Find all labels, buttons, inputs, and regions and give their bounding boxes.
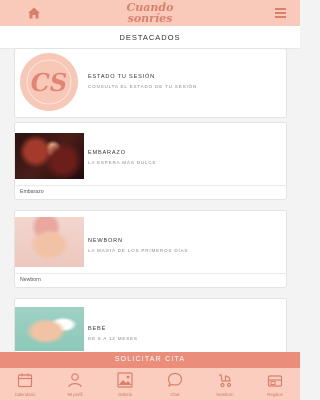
badge-letters: CS — [31, 68, 67, 97]
logo-line-2: sonríes — [127, 12, 173, 25]
stroller-icon — [219, 374, 232, 388]
section-header: DESTACADOS — [0, 26, 300, 49]
home-icon[interactable] — [27, 6, 41, 20]
card-newborn[interactable]: NEWBORN LA MAGIA DE LOS PRIMEROS DÍAS Ne… — [14, 210, 287, 288]
user-icon — [68, 373, 82, 388]
card-footer: Newborn — [15, 273, 286, 287]
tab-newborn[interactable]: Newborn — [200, 368, 250, 400]
card-title: BEBÉ — [88, 326, 107, 332]
tab-label: Chat — [170, 392, 180, 397]
card-subtitle: CONSULTA EL ESTADO DE TU SESIÓN — [88, 84, 198, 89]
tab-label: Newborn — [216, 392, 234, 397]
bebe-photo — [15, 307, 84, 351]
tab-label: Regalos — [267, 392, 283, 397]
card-title: ESTADO TU SESIÓN — [88, 74, 155, 80]
tab-label: Galería — [117, 392, 133, 397]
tab-calendario[interactable]: Calendario — [0, 368, 50, 400]
card-title: EMBARAZO — [88, 150, 126, 156]
bottom-tab-bar: Calendario Mi perfil Galería Chat Newbor… — [0, 368, 300, 400]
newborn-photo — [15, 217, 84, 267]
tab-galeria[interactable]: Galería — [100, 368, 150, 400]
card-session-status[interactable]: CS ESTADO TU SESIÓN CONSULTA EL ESTADO D… — [14, 48, 287, 118]
card-footer: Embarazo — [15, 185, 286, 199]
card-subtitle: LA ESPERA MÁS DULCE — [88, 160, 157, 165]
tab-chat[interactable]: Chat — [150, 368, 200, 400]
calendar-icon — [17, 373, 33, 388]
card-footer-label: Newborn — [20, 277, 41, 283]
image-icon — [117, 372, 133, 388]
chat-bubble-icon — [167, 372, 183, 388]
tab-mi-perfil[interactable]: Mi perfil — [50, 368, 100, 400]
card-subtitle: LA MAGIA DE LOS PRIMEROS DÍAS — [88, 248, 189, 253]
brand-logo[interactable]: Cuando sonríes — [110, 0, 190, 26]
hamburger-menu-icon[interactable] — [275, 8, 286, 18]
card-footer-label: Embarazo — [20, 189, 44, 195]
session-badge-logo: CS — [19, 52, 79, 112]
top-bar: Cuando sonríes — [0, 0, 300, 26]
card-embarazo[interactable]: EMBARAZO LA ESPERA MÁS DULCE Embarazo — [14, 122, 287, 200]
request-appointment-button[interactable]: SOLICITAR CITA — [0, 352, 300, 368]
card-subtitle: DE 6 A 12 MESES — [88, 336, 138, 341]
tab-label: Calendario — [14, 392, 36, 397]
embarazo-photo — [15, 133, 84, 179]
gift-icon — [267, 375, 283, 387]
card-title: NEWBORN — [88, 238, 123, 244]
tab-regalos[interactable]: Regalos — [250, 368, 300, 400]
section-title: DESTACADOS — [119, 33, 181, 42]
tab-label: Mi perfil — [67, 392, 83, 397]
